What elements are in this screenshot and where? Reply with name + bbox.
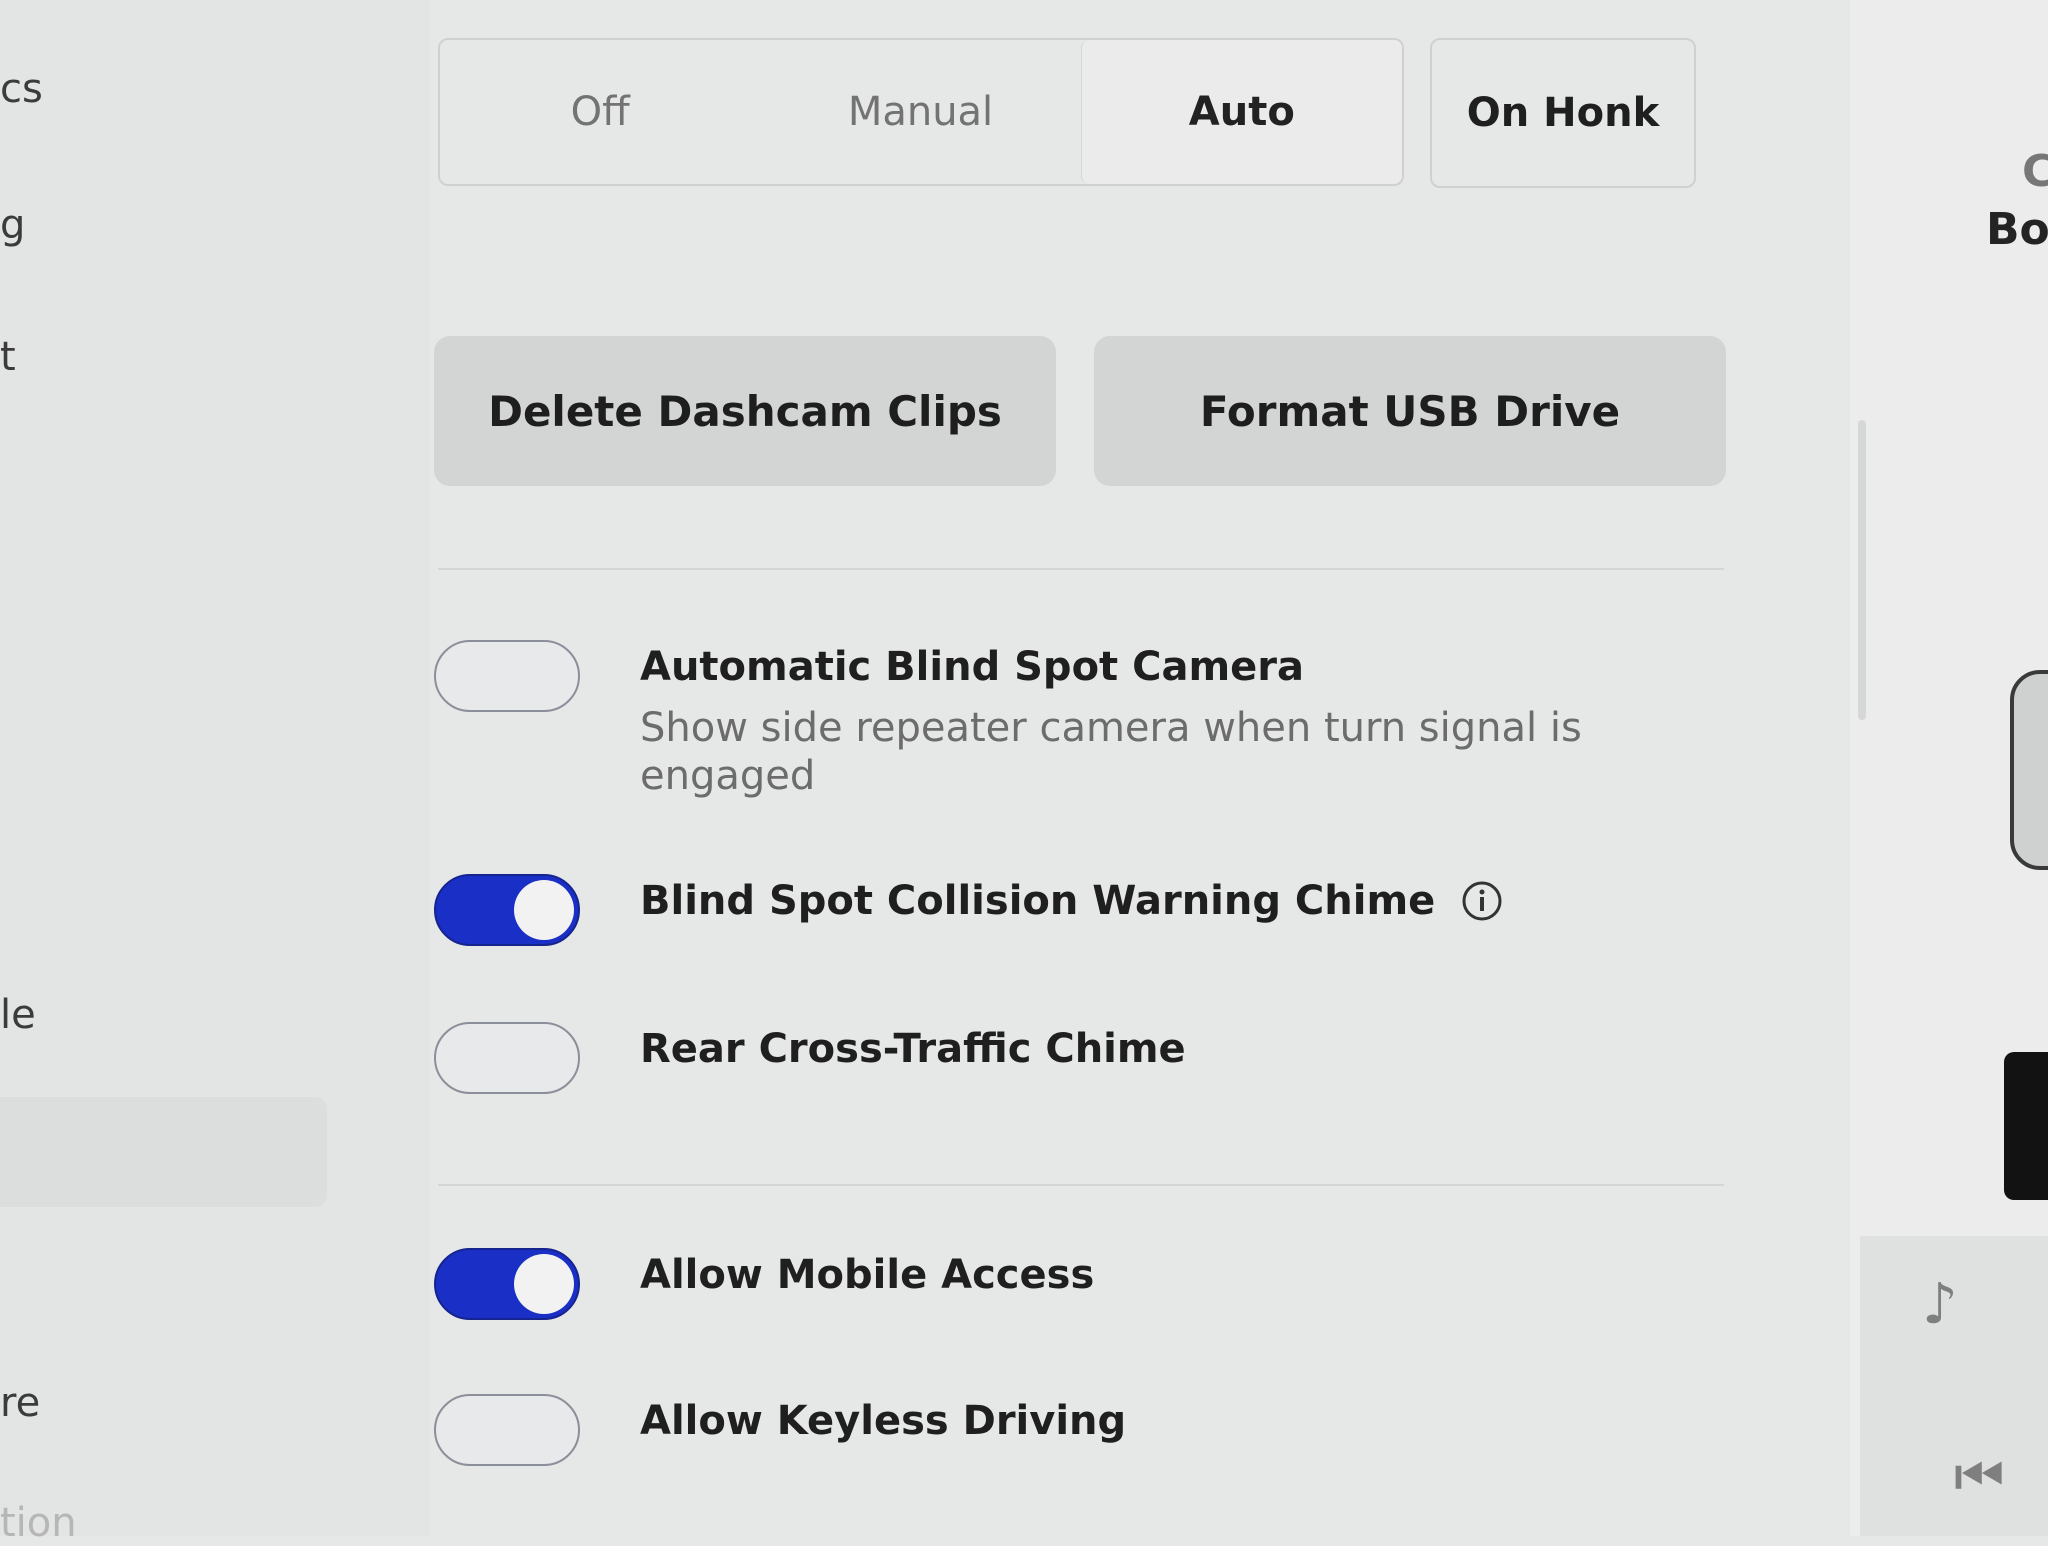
sidebar-item-fragment[interactable]: re [0,1380,40,1426]
setting-label: Rear Cross-Traffic Chime [640,1026,1186,1072]
setting-label: Automatic Blind Spot Camera [640,644,1304,690]
dashcam-option-off[interactable]: Off [440,40,760,184]
setting-row-rear-cross-traffic: Rear Cross-Traffic Chime [434,1022,1734,1102]
side-tab[interactable] [2004,1052,2048,1200]
toggle-knob [514,1254,574,1314]
setting-description: Show side repeater camera when turn sign… [640,705,1582,799]
section-divider [438,1184,1724,1186]
skip-previous-icon[interactable]: ⏮ [1954,1444,2004,1510]
dashcam-option-on-honk[interactable]: On Honk [1430,38,1696,188]
toggle-knob [514,880,574,940]
sidebar-item-fragment[interactable]: le [0,992,36,1038]
dashcam-option-manual[interactable]: Manual [760,40,1080,184]
sidebar-item-selected[interactable] [0,1097,327,1207]
setting-label-wrap: Blind Spot Collision Warning Chime [640,878,1503,924]
media-panel: ♪ ⏮ [1860,1236,2048,1536]
car-image [2010,670,2048,870]
setting-row-collision-warning-chime: Blind Spot Collision Warning Chime [434,874,1734,954]
keyless-driving-toggle[interactable] [434,1394,580,1466]
sidebar-item-fragment[interactable]: t [0,334,16,380]
toggle-knob [440,1400,500,1460]
info-icon[interactable] [1461,880,1503,922]
dashcam-segmented-control: Off Manual Auto [438,38,1404,186]
toggle-knob [440,1028,500,1088]
settings-sidebar: cs g t le re tion [0,0,430,1546]
delete-dashcam-clips-button[interactable]: Delete Dashcam Clips [434,336,1056,486]
setting-label: Allow Keyless Driving [640,1398,1127,1444]
rear-cross-traffic-toggle[interactable] [434,1022,580,1094]
section-divider [438,568,1724,570]
right-panel-fragment: C [2022,146,2048,197]
setting-row-mobile-access: Allow Mobile Access [434,1248,1734,1328]
sidebar-item-fragment[interactable]: g [0,202,25,248]
sidebar-item-fragment[interactable]: cs [0,66,43,112]
setting-label: Allow Mobile Access [640,1252,1095,1298]
scrollbar[interactable] [1858,420,1866,720]
blind-spot-camera-toggle[interactable] [434,640,580,712]
collision-warning-chime-toggle[interactable] [434,874,580,946]
toggle-knob [440,646,500,706]
right-panel-fragment: Bo [1986,204,2048,255]
setting-label: Blind Spot Collision Warning Chime [640,878,1436,924]
mobile-access-toggle[interactable] [434,1248,580,1320]
sidebar-item-fragment[interactable]: tion [0,1500,77,1546]
music-note-icon[interactable]: ♪ [1922,1272,1958,1337]
format-usb-drive-button[interactable]: Format USB Drive [1094,336,1726,486]
dashcam-option-auto[interactable]: Auto [1080,40,1402,184]
setting-row-keyless-driving: Allow Keyless Driving [434,1394,1734,1474]
setting-row-blind-spot-camera: Automatic Blind Spot Camera Show side re… [434,640,1734,810]
